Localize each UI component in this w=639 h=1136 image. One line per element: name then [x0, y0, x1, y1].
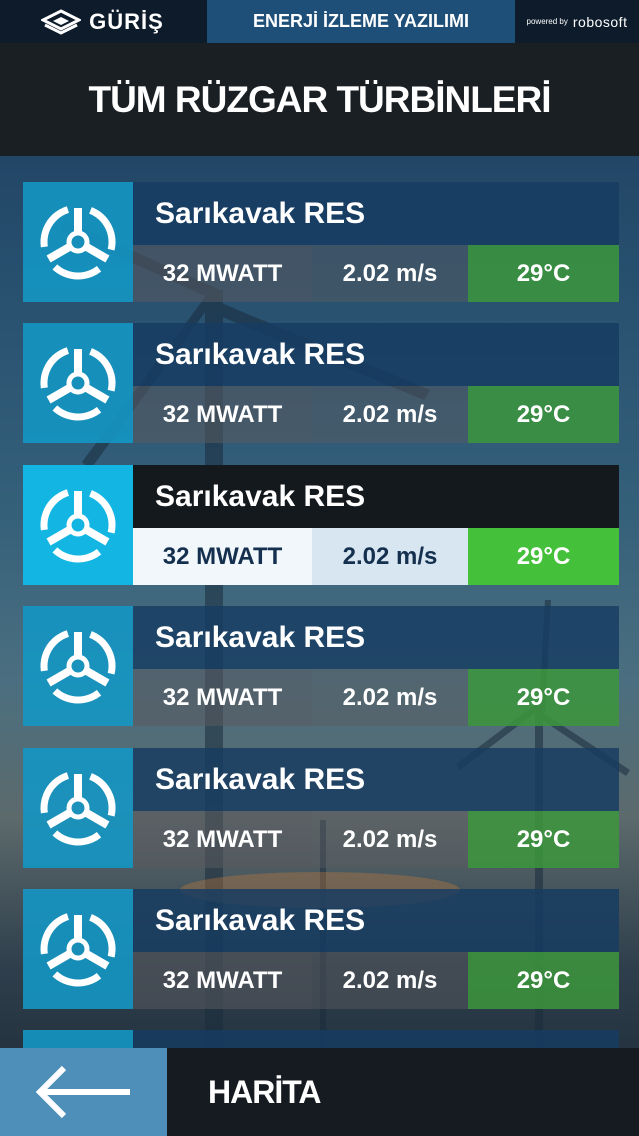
- turbine-power: 32 MWATT: [133, 811, 312, 868]
- turbine-wind-speed: 2.02 m/s: [312, 669, 468, 726]
- turbine-name: Sarıkavak RES: [133, 323, 619, 386]
- turbine-name: Sarıkavak RES: [133, 889, 619, 952]
- turbine-power: 32 MWATT: [133, 245, 312, 302]
- turbine-power: 32 MWATT: [133, 386, 312, 443]
- turbine-card[interactable]: Sarıkavak RES 32 MWATT 2.02 m/s 29°C: [23, 182, 619, 302]
- turbine-wind-speed: 2.02 m/s: [312, 386, 468, 443]
- top-bar: GÜRİŞ ENERJİ İZLEME YAZILIMI powered by …: [0, 0, 639, 43]
- powered-by-label: powered by: [526, 17, 568, 26]
- turbine-icon: [40, 628, 116, 704]
- turbine-icon-box: [23, 323, 133, 443]
- back-button[interactable]: [0, 1048, 167, 1136]
- turbine-icon: [40, 345, 116, 421]
- turbine-temperature: 29°C: [468, 669, 619, 726]
- turbine-power: 32 MWATT: [133, 669, 312, 726]
- turbine-name: Sarıkavak RES: [133, 182, 619, 245]
- page-header: TÜM RÜZGAR TÜRBİNLERİ: [0, 43, 639, 156]
- turbine-temperature: 29°C: [468, 811, 619, 868]
- turbine-icon: [40, 204, 116, 280]
- turbine-temperature: 29°C: [468, 952, 619, 1009]
- bottom-bar: HARİTA: [0, 1048, 639, 1136]
- turbine-name: Sarıkavak RES: [133, 465, 619, 528]
- turbine-icon-box: [23, 748, 133, 868]
- turbine-icon-box: [23, 465, 133, 585]
- guris-logo-icon: [41, 8, 82, 35]
- turbine-temperature: 29°C: [468, 245, 619, 302]
- turbine-icon-box: [23, 182, 133, 302]
- turbine-name: Sarıkavak RES: [133, 606, 619, 669]
- turbine-power: 32 MWATT: [133, 952, 312, 1009]
- turbine-icon-box: [23, 606, 133, 726]
- page-title: TÜM RÜZGAR TÜRBİNLERİ: [88, 78, 551, 120]
- turbine-card[interactable]: Sarıkavak RES 32 MWATT 2.02 m/s 29°C: [23, 748, 619, 868]
- turbine-wind-speed: 2.02 m/s: [312, 952, 468, 1009]
- turbine-name: Sarıkavak RES: [133, 748, 619, 811]
- turbine-card[interactable]: Sarıkavak RES 32 MWATT 2.02 m/s 29°C: [23, 889, 619, 1009]
- map-button[interactable]: HARİTA: [208, 1048, 321, 1136]
- turbine-wind-speed: 2.02 m/s: [312, 245, 468, 302]
- turbine-power: 32 MWATT: [133, 528, 312, 585]
- turbine-name-partial: [133, 1030, 619, 1048]
- app-title: ENERJİ İZLEME YAZILIMI: [207, 0, 515, 43]
- turbine-wind-speed: 2.02 m/s: [312, 528, 468, 585]
- turbine-card[interactable]: Sarıkavak RES 32 MWATT 2.02 m/s 29°C: [23, 606, 619, 726]
- arrow-left-icon: [35, 1065, 130, 1119]
- turbine-icon: [40, 487, 116, 563]
- turbine-icon: [40, 770, 116, 846]
- turbine-wind-speed: 2.02 m/s: [312, 811, 468, 868]
- brand-logo[interactable]: GÜRİŞ: [0, 0, 205, 43]
- turbine-temperature: 29°C: [468, 386, 619, 443]
- turbine-icon-box: [23, 1030, 133, 1048]
- turbine-card-partial[interactable]: [23, 1030, 619, 1048]
- turbine-card-selected[interactable]: Sarıkavak RES 32 MWATT 2.02 m/s 29°C: [23, 465, 619, 585]
- turbine-temperature: 29°C: [468, 528, 619, 585]
- turbine-card[interactable]: Sarıkavak RES 32 MWATT 2.02 m/s 29°C: [23, 323, 619, 443]
- turbine-icon-box: [23, 889, 133, 1009]
- turbine-icon: [40, 911, 116, 987]
- brand-name: GÜRİŞ: [89, 8, 164, 34]
- powered-by-brand: robosoft: [572, 13, 628, 30]
- powered-by: powered by robosoft: [515, 0, 639, 43]
